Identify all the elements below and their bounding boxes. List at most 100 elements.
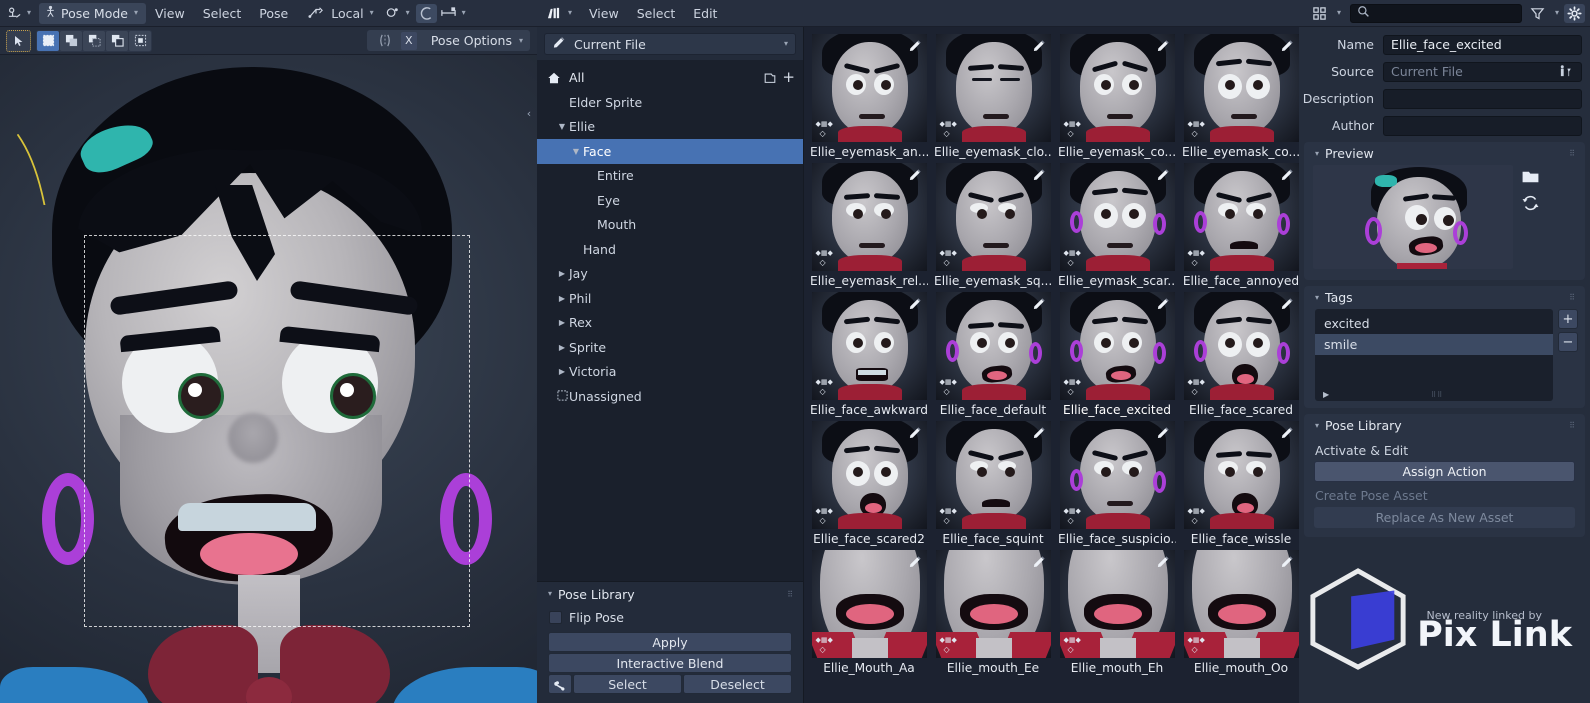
asset-edit-pencil-icon[interactable] [1155,424,1172,441]
display-mode-chevron-icon[interactable]: ▾ [1337,9,1341,17]
catalog-expand-right-icon[interactable]: ▶ [555,294,569,303]
select-box-tool[interactable] [6,30,31,52]
deselect-bones-button[interactable]: Deselect [683,674,792,694]
catalog-item-phil[interactable]: ▶Phil [537,286,803,311]
viewport-menu-pose[interactable]: Pose [250,0,297,27]
asset-item[interactable]: ◆▦◆◇Ellie_face_scared2 [808,420,930,549]
asset-edit-pencil-icon[interactable] [907,424,924,441]
pivot-chevron-icon[interactable]: ▾ [406,9,410,17]
asset-edit-pencil-icon[interactable] [1279,553,1296,570]
tag-item[interactable]: smile [1315,334,1553,355]
asset-menu-edit[interactable]: Edit [684,0,726,27]
sidebar-pose-collapse-chevron-icon[interactable]: ▾ [1315,422,1319,430]
catalog-expand-right-icon[interactable]: ▶ [555,318,569,327]
add-icon[interactable]: + [782,70,795,85]
display-mode-grid-icon[interactable] [1309,4,1330,23]
catalog-item-face[interactable]: ▼Face [537,139,803,164]
assign-action-button[interactable]: Assign Action [1314,461,1575,482]
field-input-source[interactable]: Current File [1383,62,1582,82]
asset-thumbnail[interactable]: ◆▦◆◇ [1184,550,1299,658]
asset-item[interactable]: ◆▦◆◇Ellie_face_wissle [1180,420,1299,549]
asset-edit-pencil-icon[interactable] [907,553,924,570]
viewport-canvas[interactable]: ‹ [0,55,537,703]
asset-thumbnail[interactable]: ◆▦◆◇ [812,550,927,658]
asset-browser-chevron-icon[interactable]: ▾ [568,9,572,17]
asset-edit-pencil-icon[interactable] [1279,424,1296,441]
catalog-item-sprite[interactable]: ▶Sprite [537,335,803,360]
catalog-item-eye[interactable]: Eye [537,188,803,213]
asset-thumbnail[interactable]: ◆▦◆◇ [936,292,1051,400]
catalog-item-unassigned[interactable]: Unassigned [537,384,803,409]
pose-library-panel-header[interactable]: ▾ Pose Library ⠿ [537,582,803,606]
catalog-expand-down-icon[interactable]: ▼ [569,147,583,156]
viewport-menu-select[interactable]: Select [194,0,251,27]
gear-icon[interactable] [1564,4,1585,23]
catalog-item-mouth[interactable]: Mouth [537,213,803,238]
catalog-item-ellie[interactable]: ▼Ellie [537,115,803,140]
catalog-expand-right-icon[interactable]: ▶ [555,367,569,376]
asset-thumbnail[interactable]: ◆▦◆◇ [936,550,1051,658]
asset-item[interactable]: ◆▦◆◇Ellie_eyemask_an... [808,33,930,162]
asset-item[interactable]: ◆▦◆◇Ellie_eymask_scar... [1056,162,1178,291]
asset-grid[interactable]: ◆▦◆◇Ellie_eyemask_an...◆▦◆◇Ellie_eyemask… [804,27,1299,703]
asset-edit-pencil-icon[interactable] [1031,553,1048,570]
asset-item[interactable]: ◆▦◆◇Ellie_eyemask_co... [1056,33,1178,162]
asset-edit-pencil-icon[interactable] [1031,37,1048,54]
filter-funnel-icon[interactable] [1527,4,1548,23]
catalog-item-elder-sprite[interactable]: Elder Sprite [537,90,803,115]
pivot-point-icon[interactable] [382,4,404,23]
invert-selection-button[interactable] [106,31,128,51]
pose-options-chevron-icon[interactable]: ▾ [519,37,523,45]
add-tag-button[interactable]: + [1558,309,1578,329]
tags-collapse-chevron-icon[interactable]: ▾ [1315,294,1319,302]
field-input-name[interactable]: Ellie_face_excited [1383,35,1582,55]
remove-tag-button[interactable]: − [1558,332,1578,352]
orientation-chevron-icon[interactable]: ▾ [370,9,374,17]
tags-list[interactable]: excitedsmile ▶ ⠿⠿ [1315,309,1553,401]
catalog-item-jay[interactable]: ▶Jay [537,262,803,287]
asset-thumbnail[interactable]: ◆▦◆◇ [812,421,927,529]
asset-preview-image[interactable] [1313,165,1513,269]
asset-item[interactable]: ◆▦◆◇Ellie_eyemask_co... [1180,33,1299,162]
asset-thumbnail[interactable]: ◆▦◆◇ [1184,421,1299,529]
transform-orientation-icon[interactable] [305,4,327,23]
asset-thumbnail[interactable]: ◆▦◆◇ [936,421,1051,529]
interactive-blend-button[interactable]: Interactive Blend [548,653,792,673]
pose-options-label[interactable]: Pose Options [431,33,512,48]
catalog-all-label[interactable]: All [569,70,763,85]
flip-pose-checkbox[interactable] [549,611,562,624]
preview-section-header[interactable]: ▾ Preview ⠿ [1304,142,1585,165]
asset-thumbnail[interactable]: ◆▦◆◇ [1060,421,1175,529]
mode-selector[interactable]: Pose Mode ▾ [39,3,146,24]
viewport-menu-view[interactable]: View [146,0,194,27]
asset-thumbnail[interactable]: ◆▦◆◇ [812,163,927,271]
asset-edit-pencil-icon[interactable] [1155,553,1172,570]
catalog-expand-down-icon[interactable]: ▼ [555,122,569,131]
home-icon[interactable] [547,71,561,85]
asset-item[interactable]: ◆▦◆◇Ellie_face_suspicio... [1056,420,1178,549]
tags-resize-grip-icon[interactable]: ⠿⠿ [1431,391,1443,399]
x-mirror-icon[interactable] [374,31,396,50]
asset-menu-select[interactable]: Select [628,0,685,27]
select-bones-button[interactable]: Select [573,674,682,694]
asset-thumbnail[interactable]: ◆▦◆◇ [936,34,1051,142]
open-folder-icon[interactable] [1518,167,1543,186]
asset-thumbnail[interactable]: ◆▦◆◇ [1060,550,1175,658]
catalog-expand-right-icon[interactable]: ▶ [555,343,569,352]
field-input-description[interactable] [1383,89,1582,109]
asset-edit-pencil-icon[interactable] [1155,37,1172,54]
asset-library-chevron-icon[interactable]: ▾ [784,40,788,48]
asset-thumbnail[interactable]: ◆▦◆◇ [1184,34,1299,142]
catalog-item-entire[interactable]: Entire [537,164,803,189]
asset-item[interactable]: ◆▦◆◇Ellie_eyemask_clo... [932,33,1054,162]
asset-item[interactable]: ◆▦◆◇Ellie_mouth_Eh [1056,549,1178,678]
asset-edit-pencil-icon[interactable] [1155,166,1172,183]
panel-collapse-chevron-icon[interactable]: ▾ [548,590,552,598]
asset-library-selector[interactable]: Current File ▾ [544,33,796,55]
asset-item[interactable]: ◆▦◆◇Ellie_face_default [932,291,1054,420]
filter-chevron-icon[interactable]: ▾ [1555,9,1559,17]
catalog-item-rex[interactable]: ▶Rex [537,311,803,336]
asset-thumbnail[interactable]: ◆▦◆◇ [1060,292,1175,400]
asset-thumbnail[interactable]: ◆▦◆◇ [1184,163,1299,271]
catalog-expand-right-icon[interactable]: ▶ [555,269,569,278]
